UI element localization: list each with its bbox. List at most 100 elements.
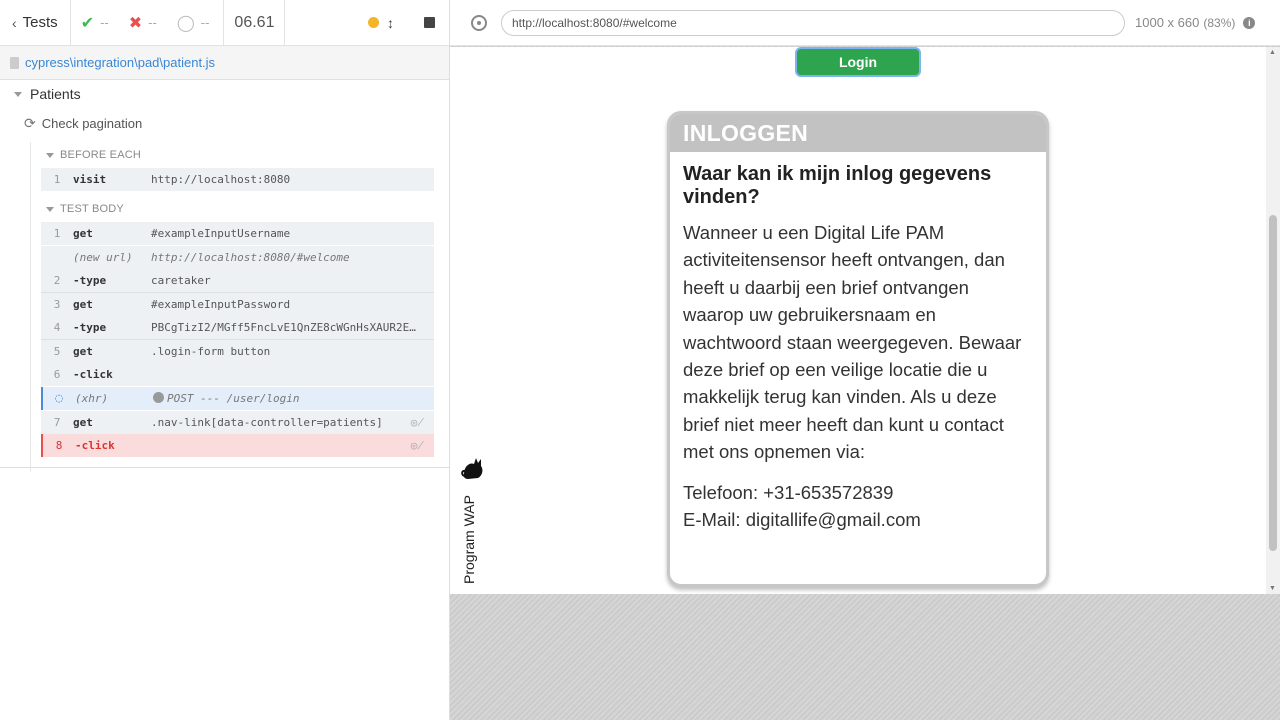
command-number: 5 — [53, 345, 61, 358]
hook-label: BEFORE EACH — [60, 149, 142, 161]
viewport-scale: (83%) — [1203, 15, 1236, 30]
card-paragraph: Wanneer u een Digital Life PAM activitei… — [683, 222, 1022, 463]
pending-stat: ◯ -- — [167, 0, 220, 46]
eye-off-icon[interactable]: ◎̸ — [411, 416, 424, 429]
test-label: Check pagination — [41, 116, 143, 131]
failed-stat: ✖ -- — [119, 0, 167, 46]
command-name: -type — [73, 274, 107, 287]
spec-path: cypress\integration\pad\patient.js — [25, 55, 216, 70]
command-number: 3 — [53, 298, 61, 311]
failed-command-row[interactable]: 8 -click ◎̸ — [41, 434, 434, 457]
eye-off-icon[interactable]: ◎̸ — [411, 439, 424, 452]
command-name: -type — [73, 321, 107, 334]
command-row[interactable]: 3 get #exampleInputPassword — [41, 293, 434, 316]
passed-stat: ✔ -- — [71, 0, 119, 46]
command-number: 8 — [55, 439, 63, 452]
brand-text: Program WAP — [461, 495, 477, 584]
url-field[interactable]: http://localhost:8080/#welcome — [501, 9, 1125, 36]
stop-icon[interactable] — [424, 17, 435, 28]
caret-down-icon — [46, 152, 54, 158]
crosshair-icon[interactable] — [471, 14, 487, 31]
scroll-up-icon[interactable]: ▲ — [1269, 49, 1276, 56]
circle-icon: ◯ — [176, 14, 195, 32]
run-controls: ↕ — [368, 15, 449, 31]
command-name: -click — [75, 439, 115, 452]
status-dot-icon — [368, 17, 379, 28]
test-body-hook[interactable]: TEST BODY — [46, 203, 124, 215]
xhr-message: POST --- /user/login — [167, 392, 300, 405]
chevron-left-icon: ‹ — [12, 14, 17, 31]
hook-guide — [30, 142, 31, 472]
viewport-size: 1000 x 660 — [1135, 15, 1200, 30]
command-name: (xhr) — [75, 392, 109, 405]
suite-title[interactable]: Patients — [14, 86, 81, 102]
pending-count: -- — [200, 15, 210, 30]
command-name: get — [73, 416, 93, 429]
command-message: .login-form button — [151, 345, 271, 358]
before-each-hook[interactable]: BEFORE EACH — [46, 149, 141, 161]
command-name: (new url) — [73, 251, 133, 264]
viewport-info[interactable]: 1000 x 660 (83%) i — [1135, 15, 1256, 30]
aut-container: http://localhost:8080/#welcome 1000 x 66… — [450, 0, 1280, 720]
email-text: E-Mail: digitallife@gmail.com — [683, 508, 921, 530]
duration: 06.61 — [223, 0, 286, 46]
card-title: INLOGGEN — [670, 114, 1046, 152]
command-message: .nav-link[data-controller=patients] — [151, 416, 383, 429]
x-icon: ✖ — [128, 14, 143, 32]
caret-down-icon — [14, 91, 22, 97]
command-row[interactable]: 2 -type caretaker — [41, 269, 434, 292]
brand-logo: Program WAP — [460, 452, 490, 587]
url-bar: http://localhost:8080/#welcome 1000 x 66… — [450, 0, 1280, 46]
command-message: #exampleInputUsername — [151, 227, 291, 240]
command-name: get — [73, 345, 93, 358]
command-row[interactable]: 1 get #exampleInputUsername — [41, 222, 434, 245]
command-name: visit — [73, 173, 107, 186]
scroll-thumb[interactable] — [1269, 215, 1277, 551]
card-body: Waar kan ik mijn inlog gegevens vinden? … — [670, 152, 1046, 533]
test-title[interactable]: ⟳ Check pagination — [24, 115, 142, 132]
url-text: http://localhost:8080/#welcome — [512, 15, 677, 30]
command-message: http://localhost:8080 — [151, 173, 291, 186]
resize-icon[interactable]: ↕ — [387, 15, 394, 31]
spec-file-link[interactable]: cypress\integration\pad\patient.js — [0, 46, 449, 80]
passed-count: -- — [100, 15, 109, 30]
scroll-down-icon[interactable]: ▼ — [1269, 585, 1276, 592]
command-number: 1 — [53, 173, 61, 186]
command-name: get — [73, 298, 93, 311]
cypress-runner: ‹ Tests ✔ -- ✖ -- ◯ -- 06.61 ↕ cypress\i… — [0, 0, 1280, 720]
login-info-card: INLOGGEN Waar kan ik mijn inlog gegevens… — [667, 111, 1049, 587]
login-button[interactable]: Login — [795, 47, 921, 77]
tests-button[interactable]: ‹ Tests — [0, 0, 71, 46]
refresh-icon: ⟳ — [24, 115, 36, 131]
command-row[interactable]: 4 -type PBCgTizI2/MGff5FncLvE1QnZE8cWGnH… — [41, 316, 434, 339]
command-row[interactable]: (new url) http://localhost:8080/#welcome — [41, 246, 434, 269]
command-message: PBCgTizI2/MGff5FncLvE1QnZE8cWGnHsXAUR2EH… — [151, 321, 421, 334]
command-number: 2 — [53, 274, 61, 287]
command-row[interactable]: 7 get .nav-link[data-controller=patients… — [41, 411, 434, 434]
runnables: Patients ⟳ Check pagination BEFORE EACH … — [0, 80, 449, 472]
xhr-command-row[interactable]: ◌ (xhr) POST --- /user/login — [41, 387, 434, 410]
card-question: Waar kan ik mijn inlog gegevens vinden? — [683, 163, 992, 208]
command-row[interactable]: 1 visit http://localhost:8080 — [41, 168, 434, 191]
command-name: -click — [73, 368, 113, 381]
command-name: get — [73, 227, 93, 240]
info-icon: i — [1243, 16, 1256, 29]
status-dot-icon — [153, 392, 164, 403]
hook-label: TEST BODY — [60, 203, 124, 215]
app-iframe: Login INLOGGEN Waar kan ik mijn inlog ge… — [450, 47, 1280, 594]
scrollbar[interactable]: ▲ ▼ — [1266, 47, 1280, 594]
suite-label: Patients — [30, 86, 81, 102]
command-message: caretaker — [151, 274, 211, 287]
command-number: 6 — [53, 368, 61, 381]
command-number: 1 — [53, 227, 61, 240]
command-message: #exampleInputPassword — [151, 298, 291, 311]
loading-icon: ◌ — [55, 391, 63, 406]
command-message: POST --- /user/login — [153, 392, 423, 405]
reporter-header: ‹ Tests ✔ -- ✖ -- ◯ -- 06.61 ↕ — [0, 0, 449, 46]
command-row[interactable]: 5 get .login-form button — [41, 340, 434, 363]
caret-down-icon — [46, 206, 54, 212]
command-number: 4 — [53, 321, 61, 334]
tests-label: Tests — [22, 14, 58, 31]
command-row[interactable]: 6 -click — [41, 363, 434, 386]
command-number: 7 — [53, 416, 61, 429]
